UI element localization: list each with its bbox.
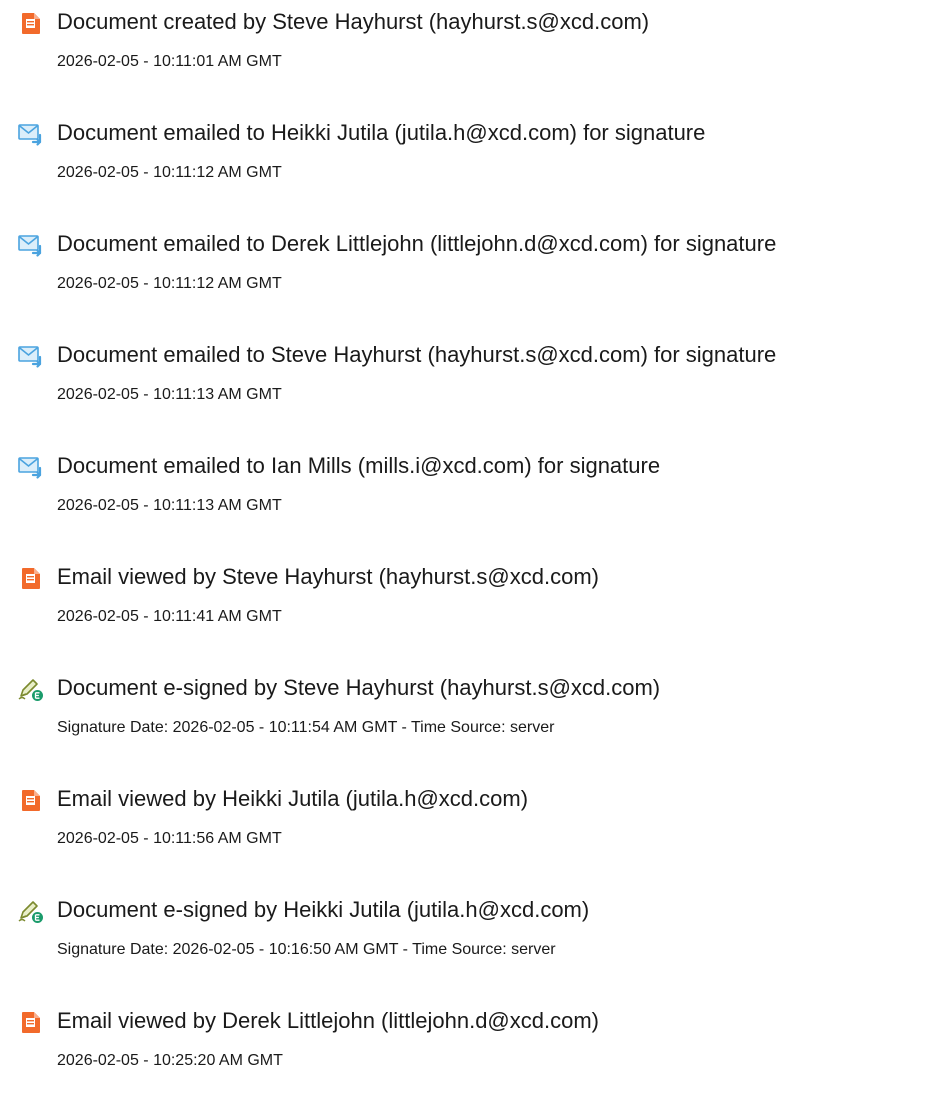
entry-title: Email viewed by Derek Littlejohn (little… xyxy=(57,1008,599,1033)
entry-timestamp: 2026-02-05 - 10:11:12 AM GMT xyxy=(57,275,282,292)
log-entry: Document e-signed by Steve Hayhurst (hay… xyxy=(0,666,929,766)
entry-title: Document e-signed by Heikki Jutila (juti… xyxy=(57,897,590,922)
email-viewed-icon xyxy=(18,565,44,591)
e-signature-icon xyxy=(18,676,44,702)
entry-title: Email viewed by Heikki Jutila (jutila.h@… xyxy=(57,786,529,811)
log-entry: Document emailed to Derek Littlejohn (li… xyxy=(0,222,929,322)
email-viewed-icon xyxy=(18,787,44,813)
entry-title: Document created by Steve Hayhurst (hayh… xyxy=(57,9,650,34)
log-entry: Document emailed to Steve Hayhurst (hayh… xyxy=(0,333,929,433)
entry-timestamp: 2026-02-05 - 10:25:20 AM GMT xyxy=(57,1052,283,1069)
entry-timestamp: 2026-02-05 - 10:11:01 AM GMT xyxy=(57,53,282,70)
entry-timestamp: 2026-02-05 - 10:11:13 AM GMT xyxy=(57,386,282,403)
log-entry: Document emailed to Ian Mills (mills.i@x… xyxy=(0,444,929,544)
entry-title: Email viewed by Steve Hayhurst (hayhurst… xyxy=(57,564,599,589)
e-signature-icon xyxy=(18,898,44,924)
email-sent-icon xyxy=(18,454,44,480)
email-sent-icon xyxy=(18,121,44,147)
log-entry: Email viewed by Steve Hayhurst (hayhurst… xyxy=(0,555,929,655)
log-entry: Document emailed to Heikki Jutila (jutil… xyxy=(0,111,929,211)
entry-timestamp: 2026-02-05 - 10:11:13 AM GMT xyxy=(57,497,282,514)
document-created-icon xyxy=(18,10,44,36)
log-entry: Document created by Steve Hayhurst (hayh… xyxy=(0,0,929,100)
entry-timestamp: 2026-02-05 - 10:11:12 AM GMT xyxy=(57,164,282,181)
entry-timestamp: 2026-02-05 - 10:11:56 AM GMT xyxy=(57,830,282,847)
email-sent-icon xyxy=(18,232,44,258)
entry-timestamp: 2026-02-05 - 10:11:41 AM GMT xyxy=(57,608,282,625)
email-viewed-icon xyxy=(18,1009,44,1035)
email-sent-icon xyxy=(18,343,44,369)
entry-timestamp: Signature Date: 2026-02-05 - 10:16:50 AM… xyxy=(57,941,556,958)
entry-timestamp: Signature Date: 2026-02-05 - 10:11:54 AM… xyxy=(57,719,555,736)
entry-title: Document emailed to Derek Littlejohn (li… xyxy=(57,231,777,256)
log-entry: Email viewed by Heikki Jutila (jutila.h@… xyxy=(0,777,929,877)
entry-title: Document e-signed by Steve Hayhurst (hay… xyxy=(57,675,661,700)
entry-title: Document emailed to Heikki Jutila (jutil… xyxy=(57,120,706,145)
log-entry: Email viewed by Derek Littlejohn (little… xyxy=(0,999,929,1099)
log-entry: Document e-signed by Heikki Jutila (juti… xyxy=(0,888,929,988)
entry-title: Document emailed to Steve Hayhurst (hayh… xyxy=(57,342,777,367)
entry-title: Document emailed to Ian Mills (mills.i@x… xyxy=(57,453,661,478)
